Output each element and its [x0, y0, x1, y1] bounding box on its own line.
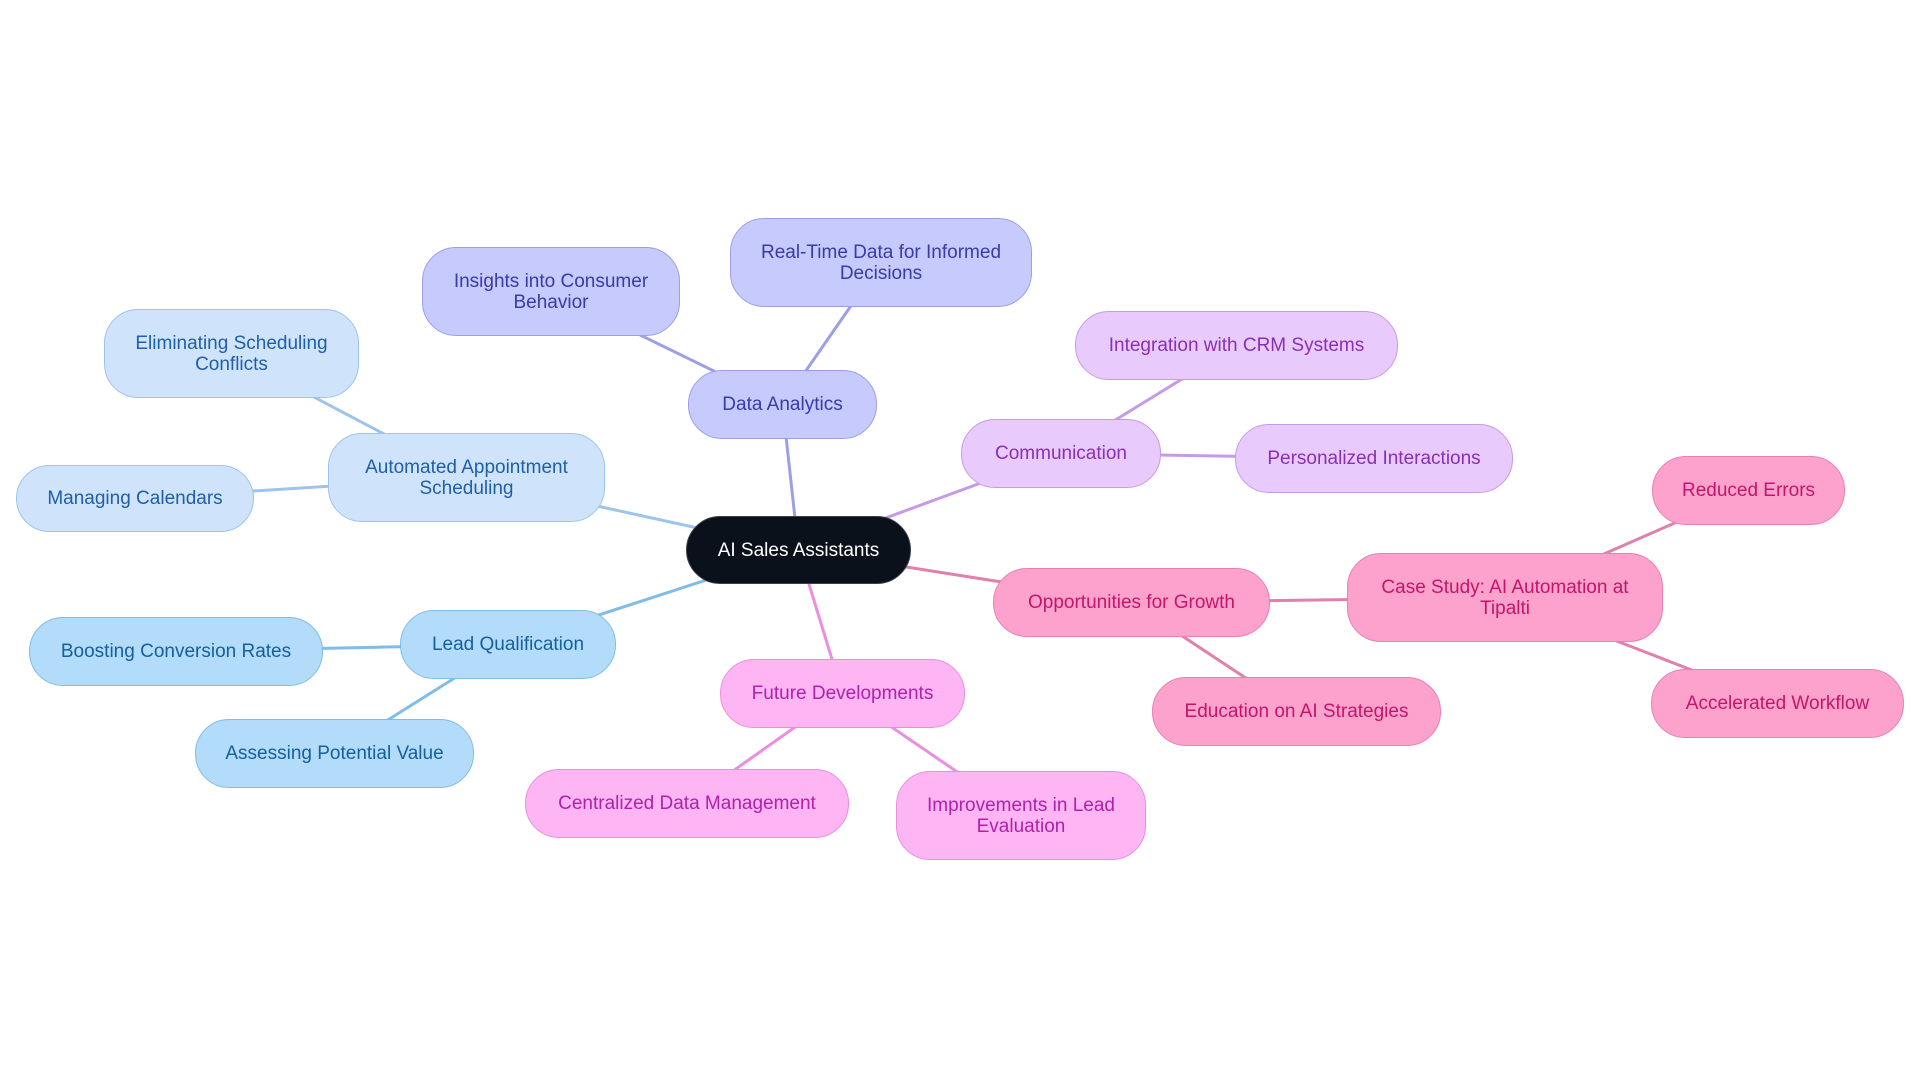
node-improvements-lead-evaluation[interactable]: Improvements in Lead Evaluation	[896, 771, 1146, 860]
node-label: Eliminating Scheduling Conflicts	[135, 332, 328, 375]
node-label: Managing Calendars	[47, 488, 223, 509]
node-reduced-errors[interactable]: Reduced Errors	[1652, 456, 1845, 525]
node-automated-appointment-scheduling[interactable]: Automated Appointment Scheduling	[328, 433, 605, 522]
node-label: Centralized Data Management	[558, 793, 816, 814]
node-boosting-conversion-rates[interactable]: Boosting Conversion Rates	[29, 617, 323, 686]
node-lead-qualification[interactable]: Lead Qualification	[400, 610, 616, 679]
node-label: AI Sales Assistants	[717, 539, 880, 561]
node-ai-sales-assistants[interactable]: AI Sales Assistants	[686, 516, 911, 584]
node-label: Reduced Errors	[1681, 480, 1816, 501]
node-case-study-tipalti[interactable]: Case Study: AI Automation at Tipalti	[1347, 553, 1663, 642]
node-communication[interactable]: Communication	[961, 419, 1161, 488]
node-centralized-data-management[interactable]: Centralized Data Management	[525, 769, 849, 838]
node-opportunities-for-growth[interactable]: Opportunities for Growth	[993, 568, 1270, 637]
mindmap-edges	[134, 261, 1779, 817]
node-label: Education on AI Strategies	[1184, 701, 1409, 722]
node-label: Case Study: AI Automation at Tipalti	[1381, 576, 1629, 619]
node-eliminating-scheduling-conflicts[interactable]: Eliminating Scheduling Conflicts	[104, 309, 359, 398]
node-label: Personalized Interactions	[1267, 448, 1481, 469]
node-education-ai-strategies[interactable]: Education on AI Strategies	[1152, 677, 1441, 746]
node-integration-crm[interactable]: Integration with CRM Systems	[1075, 311, 1398, 380]
node-label: Opportunities for Growth	[1028, 592, 1235, 613]
node-label: Real-Time Data for Informed Decisions	[760, 241, 1002, 284]
node-data-analytics[interactable]: Data Analytics	[688, 370, 877, 439]
node-label: Accelerated Workflow	[1685, 693, 1870, 714]
node-label: Lead Qualification	[431, 634, 585, 655]
node-label: Assessing Potential Value	[225, 743, 444, 764]
node-label: Communication	[995, 443, 1127, 464]
node-label: Automated Appointment Scheduling	[365, 456, 568, 499]
node-future-developments[interactable]: Future Developments	[720, 659, 965, 728]
node-label: Insights into Consumer Behavior	[453, 270, 649, 313]
node-label: Future Developments	[751, 683, 934, 704]
node-label: Improvements in Lead Evaluation	[927, 794, 1115, 837]
node-accelerated-workflow[interactable]: Accelerated Workflow	[1651, 669, 1904, 738]
node-managing-calendars[interactable]: Managing Calendars	[16, 465, 254, 532]
node-personalized-interactions[interactable]: Personalized Interactions	[1235, 424, 1513, 493]
node-assessing-potential-value[interactable]: Assessing Potential Value	[195, 719, 474, 788]
node-label: Boosting Conversion Rates	[60, 641, 292, 662]
node-label: Data Analytics	[722, 394, 843, 415]
node-label: Integration with CRM Systems	[1108, 335, 1365, 356]
node-insights-consumer-behavior[interactable]: Insights into Consumer Behavior	[422, 247, 680, 336]
node-real-time-data[interactable]: Real-Time Data for Informed Decisions	[730, 218, 1032, 307]
